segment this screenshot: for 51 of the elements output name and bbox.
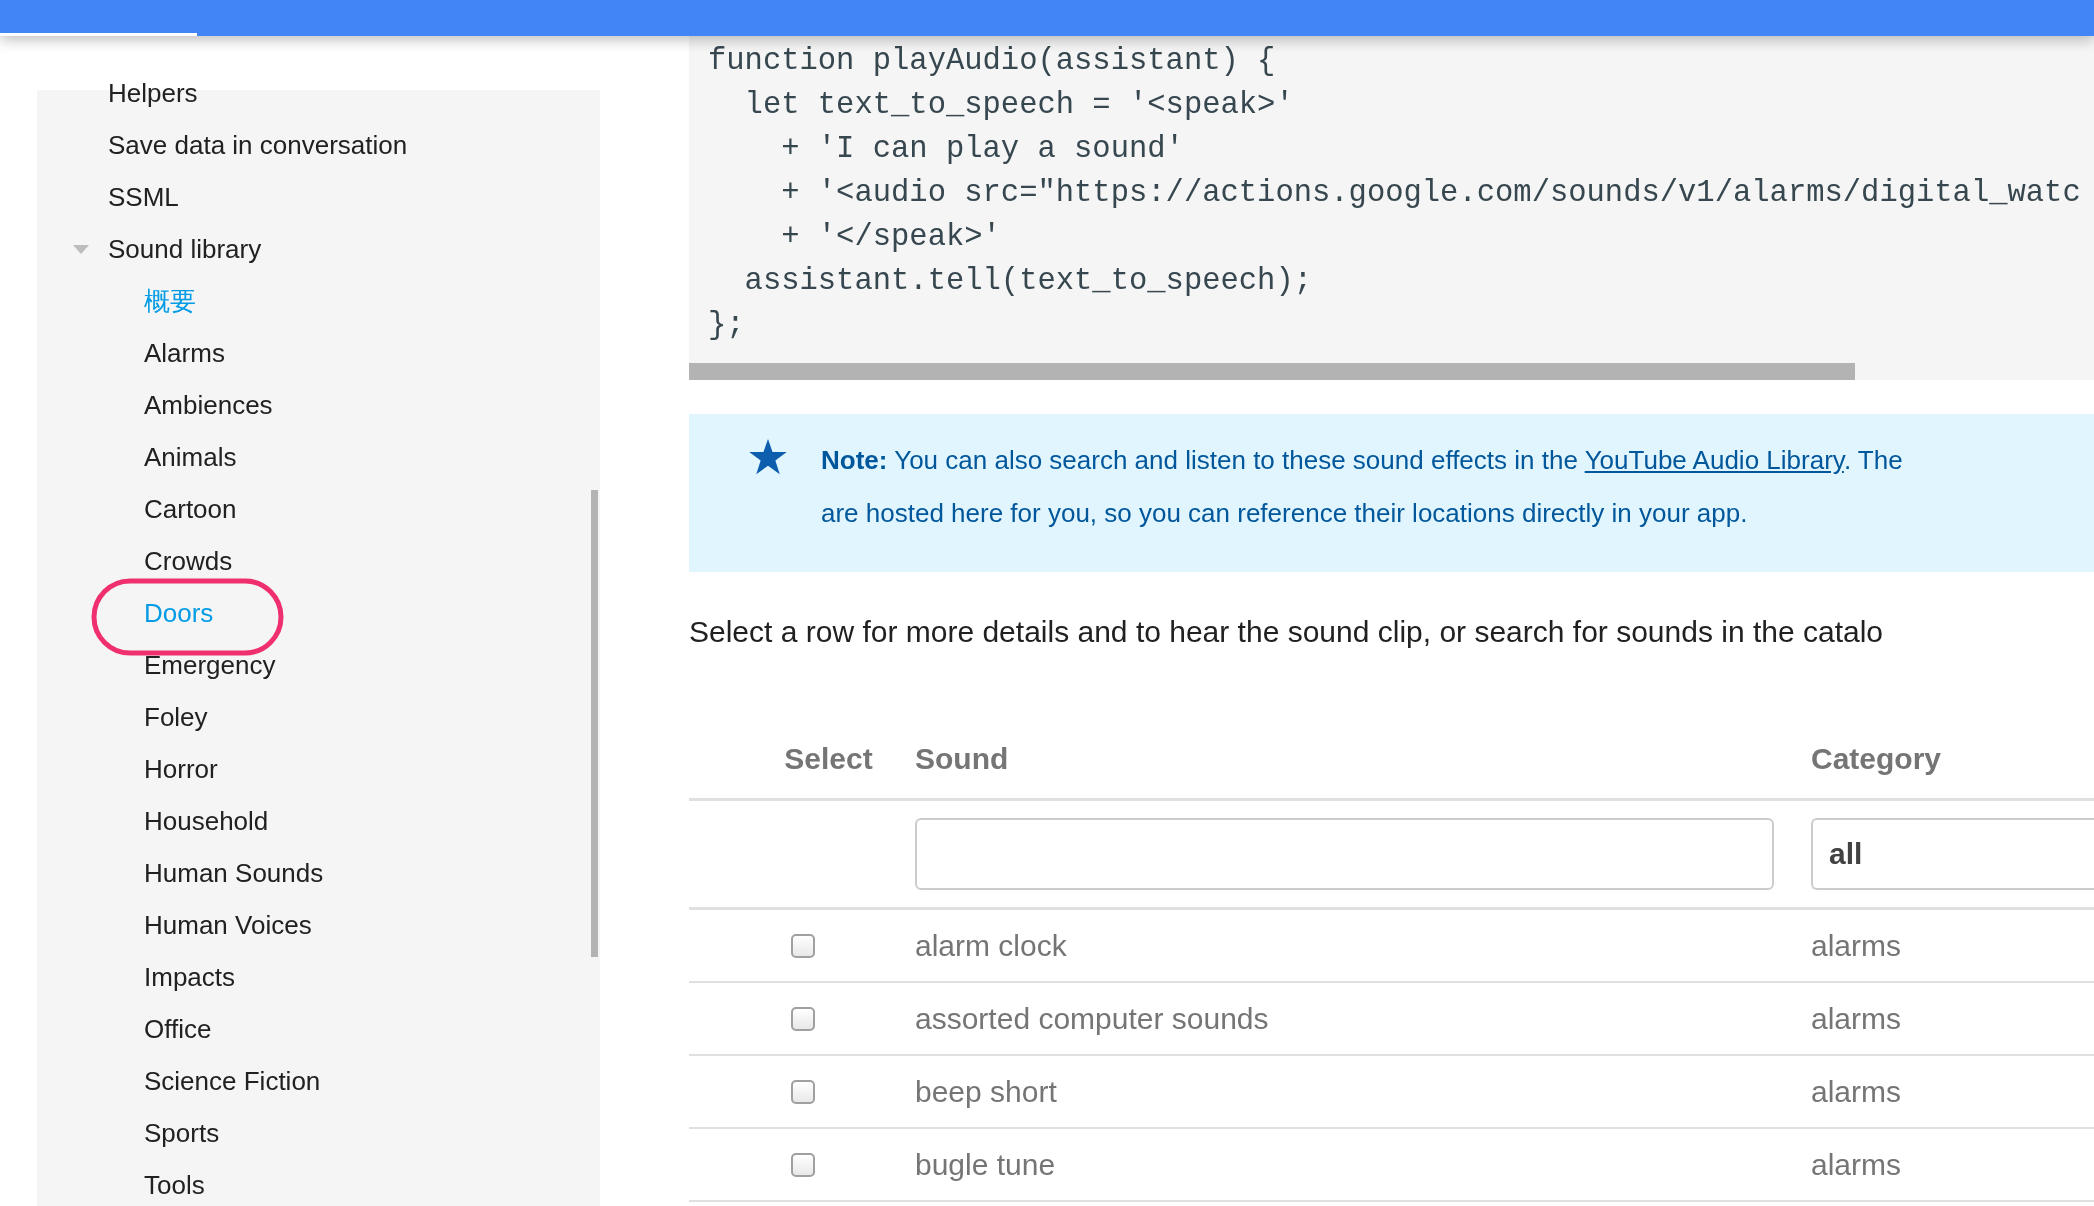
table-cell-text: alarms (1811, 928, 1902, 963)
code-line: let text_to_speech = '<speak>' (743, 87, 1295, 124)
row-checkbox[interactable] (790, 1079, 815, 1104)
scrollbar-thumb[interactable] (689, 363, 1855, 380)
star-icon (749, 439, 787, 475)
category-select[interactable]: all (1811, 818, 2094, 890)
sidebar-item[interactable]: Impacts (144, 961, 236, 993)
sidebar-item[interactable]: Science Fiction (144, 1065, 321, 1097)
table-cell-text: bugle tune (915, 1147, 1057, 1182)
sidebar-item[interactable]: Tools (144, 1169, 205, 1201)
caret-icon[interactable] (73, 245, 89, 254)
sidebar-item[interactable]: Office (144, 1013, 212, 1045)
sidebar-item[interactable]: Horror (144, 753, 218, 785)
sidebar-item[interactable]: Emergency (144, 649, 276, 681)
sidebar-item[interactable]: Sound library (108, 233, 262, 265)
sidebar-item[interactable]: Human Voices (144, 909, 312, 941)
code-line: + '<audio src="https://actions.google.com/sounds/v1/alarms/digital_watc (780, 175, 2082, 212)
note-text: Note: You can also search and listen to these sound effects in the YouTube Audio Library. The are hosted here for you, so you can reference their locations directly in your app. (821, 444, 1903, 530)
row-checkbox[interactable] (790, 1006, 815, 1031)
sidebar-item[interactable]: Human Sounds (144, 857, 324, 889)
code-line: function playAudio(assistant) { (708, 43, 1277, 80)
scrollbar-thumb[interactable] (591, 490, 598, 957)
sidebar-item[interactable]: Foley (144, 701, 208, 733)
table-cell-text: alarms (1811, 1147, 1902, 1182)
table-cell-text: alarms (1811, 1074, 1902, 1109)
code-line: assistant.tell(text_to_speech); (743, 263, 1313, 300)
sidebar-item[interactable]: Helpers (108, 77, 198, 109)
table-cell-text: beep short (915, 1074, 1058, 1109)
sidebar-item[interactable]: Sports (144, 1117, 220, 1149)
sidebar-item[interactable]: Crowds (144, 545, 233, 577)
row-checkbox[interactable] (790, 933, 815, 958)
sidebar-item[interactable]: Save data in conversation (108, 129, 408, 161)
code-line: }; (708, 307, 746, 344)
audio-library-link[interactable]: YouTube Audio Library (1584, 445, 1844, 475)
sidebar-item[interactable]: Ambiences (144, 389, 273, 421)
sidebar-item[interactable]: Alarms (144, 337, 225, 369)
table-cell-text: alarm clock (915, 928, 1068, 963)
column-header: Sound (915, 742, 1010, 776)
column-header: Select (783, 742, 874, 776)
row-checkbox[interactable] (790, 1152, 815, 1177)
sidebar-item[interactable]: Cartoon (144, 493, 237, 525)
code-line: + 'I can play a sound' (780, 131, 1185, 168)
sidebar-item[interactable]: Household (144, 805, 269, 837)
table-cell-text: alarms (1811, 1001, 1902, 1036)
code-line: + '</speak>' (780, 219, 1002, 256)
intro-text: Select a row for more details and to hear the sound clip, or search for sounds in the catalo (689, 614, 1884, 650)
sidebar-item[interactable]: SSML (108, 181, 179, 213)
sidebar-item[interactable]: Animals (144, 441, 237, 473)
sound-search-field[interactable] (915, 818, 1774, 890)
table-cell-text: assorted computer sounds (915, 1001, 1270, 1036)
column-header: Category (1811, 742, 1943, 776)
